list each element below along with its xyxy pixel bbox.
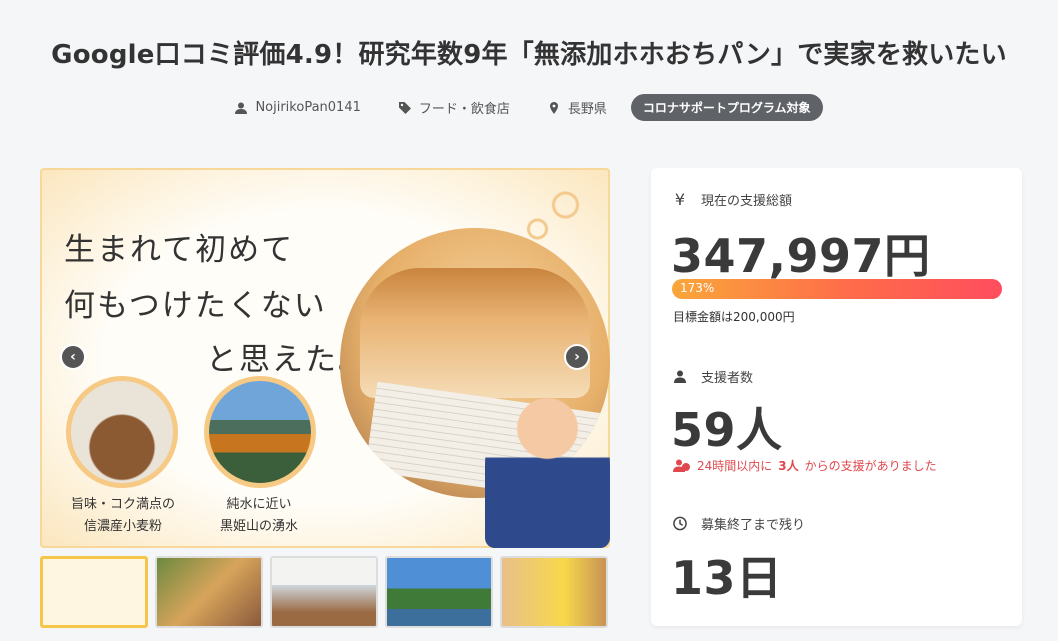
category-link[interactable]: フード・飲食店 [398, 98, 510, 117]
project-meta: NojirikoPan0141 フード・飲食店 長野県 コロナサポートプログラム… [0, 94, 1058, 121]
chevron-left-icon: ‹ [70, 349, 76, 365]
caption-flour: 旨味・コク満点の 信濃産小麦粉 [58, 494, 188, 538]
recent-prefix: 24時間以内に [697, 459, 773, 473]
funding-progress-bar: 173% [672, 279, 1002, 299]
tag-icon [398, 101, 411, 114]
slider-next-button[interactable]: › [564, 344, 590, 370]
recent-support-note: 24時間以内に 3人 からの支援がありました [673, 457, 937, 474]
thumbnail-2[interactable] [155, 556, 263, 628]
thumbnail-4[interactable] [385, 556, 493, 628]
person-icon [673, 370, 687, 383]
location-name: 長野県 [567, 102, 607, 117]
caption-water-line2: 黒姫山の湧水 [219, 519, 298, 534]
thumbnail-strip [40, 556, 610, 628]
recent-suffix: からの支援がありました [804, 459, 937, 473]
recent-count: 3人 [778, 459, 799, 473]
total-label: 現在の支援総額 [701, 194, 793, 209]
remaining-label: 募集終了まで残り [701, 518, 806, 533]
users-icon [673, 459, 690, 472]
clock-icon [673, 516, 687, 531]
slide-text-line1: 生まれて初めて [64, 232, 295, 268]
thumbnail-5[interactable] [500, 556, 608, 628]
remaining-days: 13日 [671, 551, 783, 605]
goal-amount: 目標金額は200,000円 [673, 310, 795, 324]
bread-loaf [360, 268, 590, 398]
program-badge[interactable]: コロナサポートプログラム対象 [630, 94, 823, 121]
supporters-count: 59人 [671, 403, 783, 457]
supporters-label-row: 支援者数 [673, 367, 753, 386]
slider-prev-button[interactable]: ‹ [60, 344, 86, 370]
caption-water-line1: 純水に近い [226, 497, 292, 512]
child-photo [485, 382, 610, 548]
caption-flour-line2: 信濃産小麦粉 [83, 519, 162, 534]
chevron-right-icon: › [574, 349, 580, 365]
flour-photo [66, 376, 178, 488]
caption-flour-line1: 旨味・コク満点の [70, 497, 175, 512]
category-name: フード・飲食店 [418, 102, 510, 117]
progress-percent: 173% [680, 281, 715, 295]
location-link[interactable]: 長野県 [548, 98, 607, 117]
slide-text-line2: 何もつけたくない [64, 288, 327, 324]
total-amount: 347,997円 [671, 229, 931, 283]
main-image-slider[interactable]: 生まれて初めて 何もつけたくない と思えた。 旨味・コク満点の 信濃産小麦粉 純… [40, 168, 610, 548]
project-title: Google口コミ評価4.9！研究年数9年「無添加ホホおちパン」で実家を救いたい [51, 40, 1007, 70]
total-label-row: ¥ 現在の支援総額 [673, 190, 792, 209]
flower-decoration [520, 184, 590, 244]
funding-stats-card: ¥ 現在の支援総額 347,997円 173% 目標金額は200,000円 支援… [651, 168, 1022, 626]
mountain-water-photo [204, 376, 316, 488]
yen-icon: ¥ [674, 190, 686, 209]
map-pin-icon [549, 101, 558, 114]
remaining-label-row: 募集終了まで残り [673, 514, 805, 533]
owner-link[interactable]: NojirikoPan0141 [235, 100, 361, 115]
thumbnail-1[interactable] [40, 556, 148, 628]
thumbnail-3[interactable] [270, 556, 378, 628]
caption-water: 純水に近い 黒姫山の湧水 [194, 494, 324, 538]
supporters-label: 支援者数 [701, 371, 754, 386]
owner-name: NojirikoPan0141 [255, 100, 361, 115]
user-icon [235, 102, 248, 114]
